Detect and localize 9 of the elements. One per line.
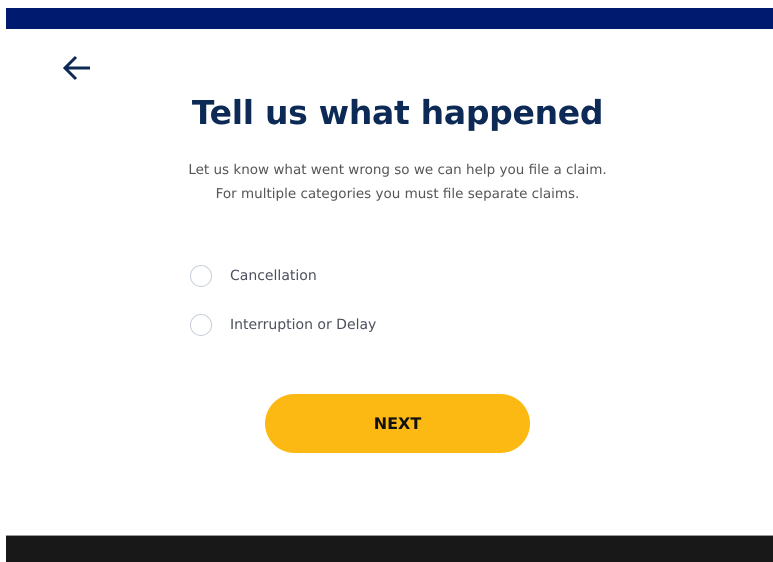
next-button[interactable]: NEXT: [265, 394, 530, 453]
back-arrow-icon: [62, 54, 92, 82]
radio-button[interactable]: [190, 265, 212, 287]
option-label: Cancellation: [230, 268, 317, 284]
radio-button[interactable]: [190, 314, 212, 336]
description-text: Let us know what went wrong so we can help you file a claim.: [188, 161, 607, 180]
page-title: Tell us what happened: [192, 93, 604, 132]
option-label: Interruption or Delay: [230, 317, 376, 333]
description-text: For multiple categories you must file separate claims.: [216, 185, 580, 204]
